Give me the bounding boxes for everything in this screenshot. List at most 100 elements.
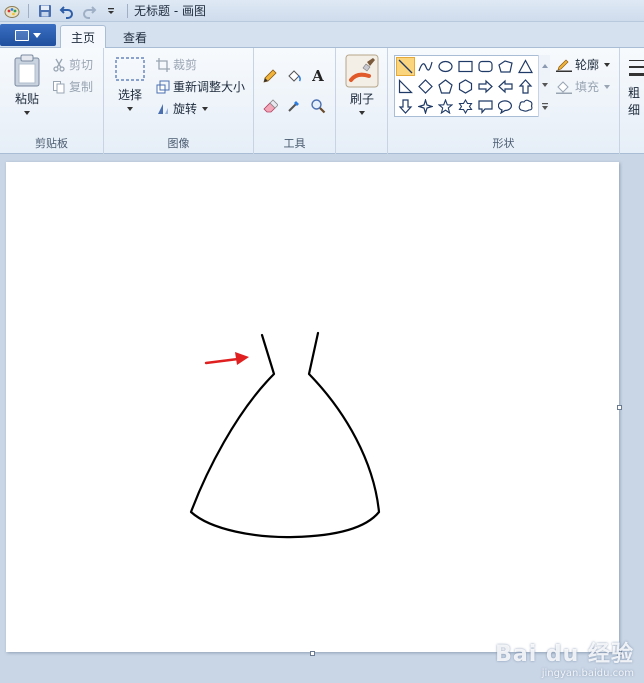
paint-bucket-icon — [288, 70, 301, 82]
outline-button[interactable]: 轮廓 — [556, 56, 611, 73]
pentagon-shape-icon — [438, 79, 453, 94]
magnifier-tool[interactable] — [308, 96, 328, 116]
shape-oval-callout[interactable] — [496, 97, 515, 116]
clipboard-icon — [14, 54, 40, 87]
undo-icon[interactable] — [57, 1, 77, 21]
shape-oval[interactable] — [436, 57, 455, 76]
right-arrow-shape-icon — [478, 79, 493, 94]
copy-button[interactable]: 复制 — [52, 78, 93, 95]
shape-pentagon[interactable] — [436, 77, 455, 96]
copy-icon — [53, 80, 65, 93]
shape-down-arrow[interactable] — [396, 97, 415, 116]
six-point-star-shape-icon — [458, 99, 473, 114]
shape-right-triangle[interactable] — [396, 77, 415, 96]
shape-four-point-star[interactable] — [416, 97, 435, 116]
brushes-label: 刷子 — [349, 92, 374, 106]
file-menu-icon — [15, 29, 29, 41]
shape-hexagon[interactable] — [456, 77, 475, 96]
line-shape-icon — [398, 59, 413, 74]
fill-button[interactable]: 填充 — [556, 78, 611, 95]
tab-view[interactable]: 查看 — [112, 25, 158, 49]
copy-label: 复制 — [69, 80, 94, 94]
chevron-down-icon — [24, 111, 30, 115]
customize-toolbar-icon[interactable] — [101, 1, 121, 21]
red-arrow-icon — [204, 352, 249, 365]
toolbar-separator — [127, 3, 128, 18]
shape-diamond[interactable] — [416, 77, 435, 96]
redo-icon[interactable] — [79, 1, 99, 21]
canvas-resize-handle-right[interactable] — [617, 405, 622, 410]
chevron-down-icon — [33, 32, 41, 38]
shape-triangle[interactable] — [516, 57, 535, 76]
watermark-url: jingyan.baidu.com — [541, 668, 634, 679]
shape-cloud-callout[interactable] — [516, 97, 535, 116]
size-label-2: 细 — [628, 103, 641, 117]
tools-group-label: 工具 — [283, 137, 306, 150]
baidu-watermark: Bai du 经验 jingyan.baidu.com — [495, 636, 634, 679]
size-button[interactable]: 粗 细 — [628, 56, 644, 118]
tab-home[interactable]: 主页 — [60, 25, 106, 49]
shape-up-arrow[interactable] — [516, 77, 535, 96]
crop-button[interactable]: 裁剪 — [156, 56, 197, 73]
color-picker-tool[interactable] — [284, 96, 304, 116]
line-size-icon — [629, 60, 644, 76]
resize-button[interactable]: 重新调整大小 — [156, 78, 245, 95]
brushes-button[interactable]: 刷子 — [342, 54, 382, 115]
window-title: 无标题 - 画图 — [134, 4, 206, 18]
shapes-group-label: 形状 — [492, 137, 515, 150]
paste-button[interactable]: 粘贴 — [8, 54, 46, 115]
crop-icon — [156, 57, 170, 72]
hexagon-shape-icon — [458, 79, 473, 94]
cut-label: 剪切 — [69, 58, 94, 72]
chevron-down-icon — [127, 107, 133, 111]
shapes-scrollbar[interactable] — [538, 55, 550, 117]
chevron-down-icon — [604, 84, 611, 89]
rect-callout-shape-icon — [478, 100, 493, 114]
diamond-shape-icon — [418, 79, 433, 94]
text-tool[interactable]: A — [308, 66, 328, 86]
size-label: 粗 — [628, 86, 641, 100]
shape-right-arrow[interactable] — [476, 77, 495, 96]
paste-label: 粘贴 — [14, 92, 39, 106]
drawing-canvas[interactable] — [6, 162, 619, 652]
image-group-label: 图像 — [167, 137, 190, 150]
shape-rectangle[interactable] — [456, 57, 475, 76]
resize-label: 重新调整大小 — [173, 80, 246, 94]
chevron-down-icon — [604, 62, 611, 67]
shape-five-point-star[interactable] — [436, 97, 455, 116]
shape-curve[interactable] — [416, 57, 435, 76]
magnifier-icon — [311, 99, 326, 114]
pencil-icon — [263, 69, 277, 83]
chevron-down-icon — [359, 111, 365, 115]
shape-six-point-star[interactable] — [456, 97, 475, 116]
shape-left-arrow[interactable] — [496, 77, 515, 96]
shape-line[interactable] — [396, 57, 415, 76]
cut-button[interactable]: 剪切 — [52, 56, 93, 73]
eraser-tool[interactable] — [260, 96, 280, 116]
curve-shape-icon — [418, 61, 433, 72]
rounded-rectangle-shape-icon — [478, 60, 493, 73]
rotate-button[interactable]: 旋转 — [156, 100, 209, 117]
select-label: 选择 — [117, 88, 142, 102]
canvas-drawing — [189, 331, 381, 539]
fill-tool[interactable] — [284, 66, 304, 86]
fill-bucket-icon — [556, 80, 572, 94]
rectangle-shape-icon — [458, 60, 473, 73]
select-button[interactable]: 选择 — [112, 56, 148, 111]
file-menu-button[interactable] — [0, 24, 56, 46]
text-a-icon: A — [312, 67, 324, 85]
shape-rounded-rectangle[interactable] — [476, 57, 495, 76]
shape-polygon[interactable] — [496, 57, 515, 76]
five-point-star-shape-icon — [438, 99, 453, 114]
canvas-resize-handle-bottom[interactable] — [310, 651, 315, 656]
shape-rect-callout[interactable] — [476, 97, 495, 116]
toolbar-separator — [28, 3, 29, 18]
brush-icon — [345, 54, 379, 88]
chevron-down-icon — [202, 106, 209, 111]
watermark-logo: Bai du 经验 — [495, 642, 634, 667]
save-icon[interactable] — [35, 1, 55, 21]
paint-app-icon[interactable] — [2, 1, 22, 21]
down-arrow-shape-icon — [398, 99, 413, 114]
pencil-tool[interactable] — [260, 66, 280, 86]
fill-label: 填充 — [575, 80, 600, 94]
